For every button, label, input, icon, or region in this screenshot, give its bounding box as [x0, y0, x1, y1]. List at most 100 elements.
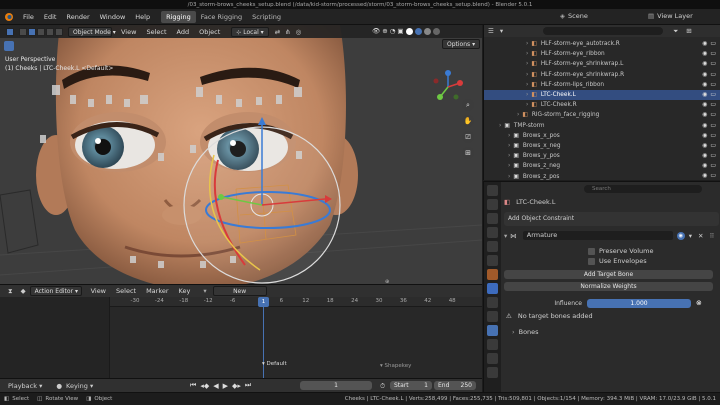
marker-default[interactable]: ▾ Default — [262, 361, 287, 367]
jump-start-icon[interactable]: ⏮ — [190, 381, 196, 390]
physics-tab-icon[interactable] — [487, 311, 498, 322]
playhead-frame[interactable]: 1 — [258, 297, 269, 307]
timeline-menu-marker[interactable]: Marker — [141, 287, 173, 295]
modifiers-tab-icon[interactable] — [487, 283, 498, 294]
use-envelopes-checkbox[interactable] — [588, 257, 595, 265]
start-frame-field[interactable]: Start 1 — [390, 381, 432, 390]
render-tab-icon[interactable] — [487, 199, 498, 210]
next-key-icon[interactable]: ◆▸ — [232, 382, 241, 390]
render-camera-icon[interactable]: ▭ — [710, 91, 716, 98]
expand-arrow-icon[interactable]: › — [508, 174, 510, 180]
preserve-volume-checkbox[interactable] — [588, 247, 595, 255]
render-camera-icon[interactable]: ▭ — [710, 142, 716, 149]
visibility-eye-icon[interactable]: ◉ — [702, 132, 707, 139]
new-collection-icon[interactable]: ⊞ — [686, 27, 691, 35]
visibility-eye-icon[interactable]: ◉ — [702, 122, 707, 129]
overlay-icon[interactable]: ◔ — [390, 27, 396, 35]
preserve-volume-row[interactable]: Preserve Volume — [588, 247, 653, 255]
visibility-icon[interactable]: 👁 — [372, 27, 380, 35]
keying-menu[interactable]: Keying ▾ — [66, 382, 93, 390]
render-camera-icon[interactable]: ▭ — [710, 132, 716, 139]
workspace-tab-face-rigging[interactable]: Face Rigging — [196, 11, 247, 23]
material-tab-icon[interactable] — [487, 353, 498, 364]
scene-selector[interactable]: ◈ Scene — [560, 12, 588, 20]
expand-arrow-icon[interactable]: › — [508, 153, 510, 159]
visibility-eye-icon[interactable]: ◉ — [702, 91, 707, 98]
constraint-name-field[interactable]: Armature — [522, 231, 673, 240]
outliner-editor-icon[interactable]: ☰ — [488, 27, 494, 35]
expand-arrow-icon[interactable]: › — [526, 41, 528, 47]
playback-menu[interactable]: Playback ▾ — [8, 382, 42, 390]
render-camera-icon[interactable]: ▭ — [710, 40, 716, 47]
render-camera-icon[interactable]: ▭ — [710, 111, 716, 118]
world-tab-icon[interactable] — [487, 255, 498, 266]
select-mode-invert-button[interactable] — [55, 27, 63, 36]
output-tab-icon[interactable] — [487, 213, 498, 224]
shading-rendered-icon[interactable] — [432, 27, 440, 35]
visibility-eye-icon[interactable]: ◉ — [702, 142, 707, 149]
object-tab-icon[interactable] — [487, 269, 498, 280]
select-mode-subtract-button[interactable] — [46, 27, 54, 36]
shading-solid-icon[interactable] — [414, 27, 422, 35]
view-layer-tab-icon[interactable] — [487, 227, 498, 238]
render-camera-icon[interactable]: ▭ — [710, 162, 716, 169]
outliner-row[interactable]: › ◧ HLF-storm-eye_shrinkwrap.R ◉ ▭ — [484, 70, 720, 80]
add-constraint-button[interactable]: Add Object Constraint — [504, 212, 719, 226]
constraints-tab-icon[interactable] — [487, 325, 498, 336]
timeline-menu-view[interactable]: View — [86, 287, 111, 295]
mode-icon[interactable]: ◆ — [21, 287, 26, 295]
outliner-row[interactable]: › ▣ Brows_y_pos ◉ ▭ — [484, 151, 720, 161]
xray-icon[interactable]: ▣ — [397, 27, 403, 35]
render-camera-icon[interactable]: ▭ — [710, 122, 716, 129]
render-camera-icon[interactable]: ▭ — [710, 71, 716, 78]
expand-arrow-icon[interactable]: › — [508, 143, 510, 149]
render-camera-icon[interactable]: ▭ — [710, 152, 716, 159]
shading-material-icon[interactable] — [423, 27, 431, 35]
bones-panel-header[interactable]: › Bones — [512, 328, 539, 336]
object-mode-dropdown[interactable]: Object Mode ▾ — [68, 26, 116, 37]
visibility-eye-icon[interactable]: ◉ — [702, 111, 707, 118]
visibility-eye-icon[interactable]: ◉ — [702, 162, 707, 169]
preview-range-icon[interactable]: ⏱ — [380, 382, 385, 391]
outliner-row[interactable]: › ◧ HLF-storm-eye_autotrack.R ◉ ▭ — [484, 39, 720, 49]
proportional-edit-icon[interactable]: ◎ — [296, 28, 302, 36]
collapse-icon[interactable]: ▾ — [504, 232, 507, 240]
texture-tab-icon[interactable] — [487, 367, 498, 378]
outliner-row[interactable]: › ▣ Brows_z_neg ◉ ▭ — [484, 161, 720, 171]
properties-search-input[interactable]: Search — [584, 185, 702, 193]
data-tab-icon[interactable] — [487, 339, 498, 350]
shading-wire-icon[interactable] — [405, 27, 413, 35]
outliner-row[interactable]: › ◧ HLF-storm-eye_shrinkwrap.L ◉ ▭ — [484, 59, 720, 69]
constraint-delete-icon[interactable]: ✕ — [698, 232, 703, 240]
blender-logo-icon[interactable] — [4, 12, 14, 22]
pivot-icon[interactable]: ⇄ — [275, 28, 280, 36]
view-layer-selector[interactable]: ▤ View Layer — [648, 12, 693, 20]
select-mode-extend-button[interactable] — [37, 27, 45, 36]
viewport-menu-object[interactable]: Object — [194, 28, 225, 36]
visibility-eye-icon[interactable]: ◉ — [702, 101, 707, 108]
render-camera-icon[interactable]: ▭ — [710, 81, 716, 88]
viewport-menu-select[interactable]: Select — [141, 28, 171, 36]
expand-arrow-icon[interactable]: › — [526, 51, 528, 57]
timeline-menu-select[interactable]: Select — [111, 287, 141, 295]
visibility-eye-icon[interactable]: ◉ — [702, 81, 707, 88]
frame-ruler[interactable]: -30 -24 -18 -12 -6 6 12 18 24 30 36 42 48 — [110, 297, 482, 307]
menu-help[interactable]: Help — [130, 13, 155, 21]
expand-arrow-icon[interactable]: › — [508, 163, 510, 169]
end-frame-field[interactable]: End 250 — [434, 381, 476, 390]
tool-tab-icon[interactable] — [487, 185, 498, 196]
add-target-bone-button[interactable]: Add Target Bone — [504, 270, 713, 279]
drag-handle-icon[interactable]: ⠿ — [709, 232, 714, 240]
visibility-eye-icon[interactable]: ◉ — [702, 50, 707, 57]
play-reverse-icon[interactable]: ◀ — [213, 382, 218, 390]
visibility-eye-icon[interactable]: ◉ — [702, 152, 707, 159]
expand-arrow-icon[interactable]: › — [526, 72, 528, 78]
expand-arrow-icon[interactable]: › — [526, 92, 528, 98]
jump-end-icon[interactable]: ⏭ — [245, 381, 251, 390]
outliner-row[interactable]: › ◧ HLF-storm-lips_ribbon ◉ ▭ — [484, 80, 720, 90]
render-camera-icon[interactable]: ▭ — [710, 172, 716, 179]
outliner-row[interactable]: › ◧ HLF-storm-eye_ribbon ◉ ▭ — [484, 49, 720, 59]
transform-orientation-dropdown[interactable]: ⊹ Local ▾ — [231, 26, 269, 37]
properties-editor[interactable]: Search ◧ LTC-Cheek.L Add Object Constrai… — [483, 181, 720, 393]
render-camera-icon[interactable]: ▭ — [710, 60, 716, 67]
